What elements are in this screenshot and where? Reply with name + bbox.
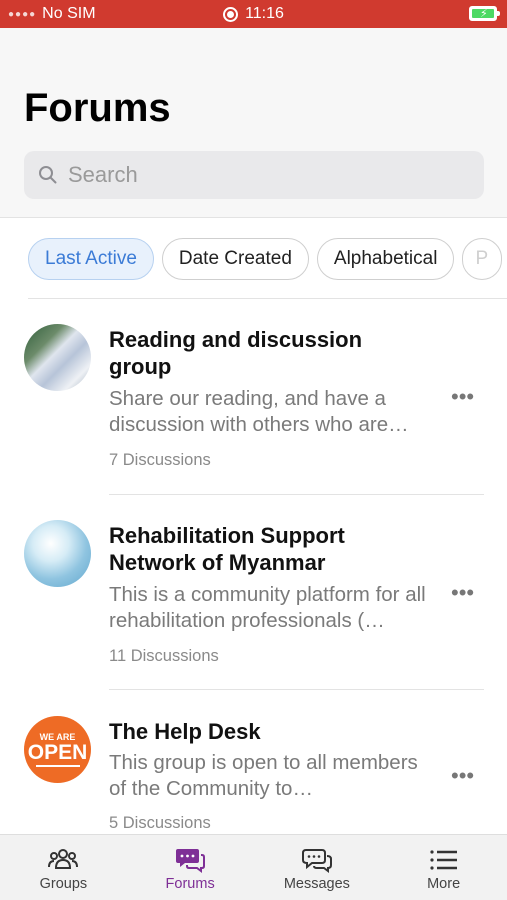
forum-description: This group is open to all members of the… (109, 751, 418, 800)
filter-alphabetical[interactable]: Alphabetical (316, 238, 455, 280)
more-options-icon[interactable]: ••• (451, 582, 474, 604)
forum-title: Rehabilitation Support Network of Myanma… (109, 523, 345, 575)
tab-label: Forums (165, 876, 215, 892)
forum-title: The Help Desk (109, 719, 261, 744)
more-icon (430, 850, 457, 870)
forums-icon (176, 849, 206, 873)
status-time: 11:16 (245, 5, 284, 22)
battery-icon: ⚡ (469, 6, 500, 21)
more-options-icon[interactable]: ••• (451, 765, 474, 787)
page-title: Forums (24, 86, 171, 130)
tab-forums[interactable]: Forums (127, 835, 254, 900)
more-options-icon[interactable]: ••• (451, 386, 474, 408)
filter-partial[interactable]: P (462, 238, 503, 280)
forum-avatar (24, 324, 91, 391)
groups-icon (48, 849, 79, 869)
forum-discussion-count: 5 Discussions (109, 814, 211, 832)
tab-label: Messages (283, 876, 350, 892)
tab-more[interactable]: More (380, 835, 507, 900)
forum-title: Reading and discussion group (109, 327, 363, 379)
messages-icon (301, 849, 332, 873)
forum-description: Share our reading, and have a discussion… (109, 387, 409, 436)
forum-discussion-count: 7 Discussions (109, 451, 211, 469)
tab-bar: Groups Forums Messages More (0, 834, 507, 900)
filter-last-active[interactable]: Last Active (28, 238, 154, 280)
filter-date-created[interactable]: Date Created (161, 238, 309, 280)
status-bar: ●●●● No SIM 11:16 ⚡ (0, 0, 507, 28)
search-icon (39, 166, 57, 184)
tab-label: More (427, 876, 461, 892)
divider (109, 494, 484, 495)
forum-discussion-count: 11 Discussions (109, 647, 219, 665)
forum-description: This is a community platform for all reh… (109, 583, 426, 632)
forum-avatar: WE ARE OPEN (24, 716, 91, 783)
tab-label: Groups (39, 876, 88, 892)
tab-messages[interactable]: Messages (254, 835, 381, 900)
tab-groups[interactable]: Groups (0, 835, 127, 900)
divider (28, 298, 507, 299)
filter-chips: Last Active Date Created Alphabetical P (28, 238, 503, 280)
divider (109, 689, 484, 690)
status-center: 11:16 (0, 5, 507, 23)
forum-avatar (24, 520, 91, 587)
screen-record-icon (223, 6, 239, 22)
search-bar[interactable] (24, 151, 484, 199)
search-input[interactable] (68, 162, 448, 188)
header: Forums (0, 28, 507, 218)
